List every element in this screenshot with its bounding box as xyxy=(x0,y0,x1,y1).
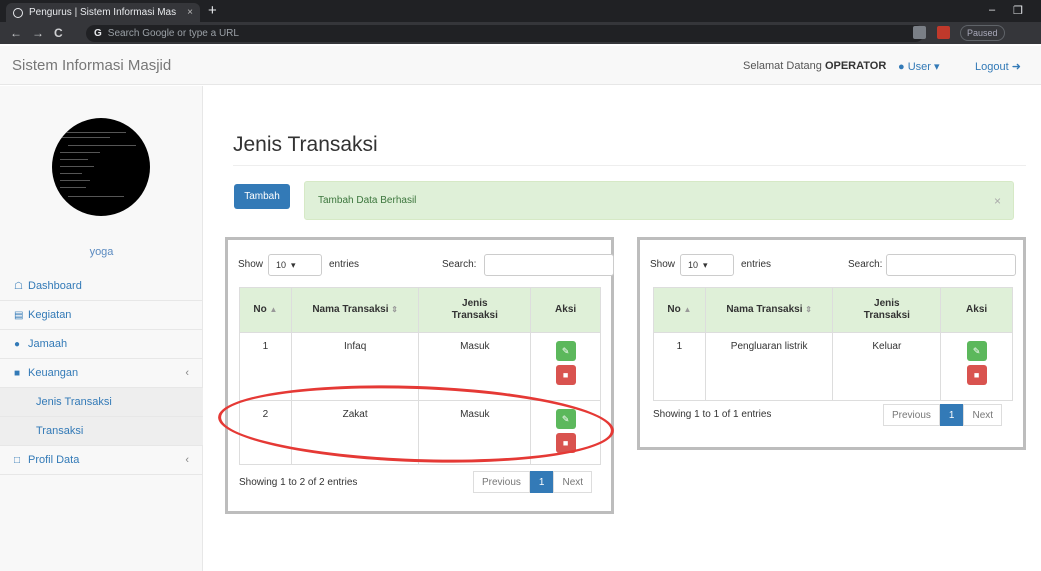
home-icon: ☖ xyxy=(14,280,23,292)
reload-icon[interactable]: C xyxy=(54,26,63,40)
next-button[interactable]: Next xyxy=(553,471,593,493)
extension-icon[interactable] xyxy=(937,26,950,39)
search-input[interactable] xyxy=(484,254,614,276)
globe-icon xyxy=(13,7,23,18)
app-navbar: Sistem Informasi Masjid Selamat Datang O… xyxy=(0,46,1041,85)
wallet-icon: ■ xyxy=(14,367,21,379)
address-placeholder: Search Google or type a URL xyxy=(107,28,239,39)
tab-close-icon[interactable]: × xyxy=(187,7,193,18)
previous-button[interactable]: Previous xyxy=(883,404,940,426)
col-jenis-transaksi[interactable]: Jenis Transaksi xyxy=(832,287,942,333)
sidebar-item-jenis-transaksi[interactable]: Jenis Transaksi xyxy=(0,388,203,417)
profile-paused-button[interactable]: Paused xyxy=(960,25,1005,41)
previous-button[interactable]: Previous xyxy=(473,471,530,493)
avatar xyxy=(52,118,150,216)
success-alert: Tambah Data Berhasil × xyxy=(304,181,1014,220)
table-info: Showing 1 to 2 of 2 entries xyxy=(239,477,358,488)
sidebar-item-profil-data[interactable]: □ Profil Data ‹ xyxy=(0,446,203,475)
col-nama-transaksi[interactable]: Nama Transaksi ⇕ xyxy=(290,287,420,333)
col-no[interactable]: No ▲ xyxy=(653,287,706,333)
col-no[interactable]: No ▲ xyxy=(239,287,292,333)
table-controls: Show 10 ▾ entries Search: xyxy=(650,254,1016,276)
entries-select[interactable]: 10 ▾ xyxy=(680,254,734,276)
table-controls: Show 10 ▾ entries Search: xyxy=(238,254,614,276)
sidebar-username[interactable]: yoga xyxy=(0,246,203,258)
panel-masuk: Show 10 ▾ entries Search: No ▲ Nama Tran… xyxy=(225,237,614,514)
col-aksi: Aksi xyxy=(530,287,601,333)
pagination: Previous 1 Next xyxy=(883,404,1003,426)
pagination: Previous 1 Next xyxy=(473,471,593,493)
chevron-left-icon: ‹ xyxy=(185,454,189,466)
minimize-icon[interactable]: – xyxy=(989,4,995,16)
restore-icon[interactable]: ❐ xyxy=(1013,4,1023,17)
address-input[interactable]: G Search Google or type a URL xyxy=(86,25,924,42)
search-input[interactable] xyxy=(886,254,1016,276)
file-icon: □ xyxy=(14,454,21,466)
new-tab-icon[interactable]: + xyxy=(208,2,217,19)
user-menu[interactable]: ● User ▾ xyxy=(898,60,940,73)
tab-title: Pengurus | Sistem Informasi Mas xyxy=(29,7,177,18)
alert-message: Tambah Data Berhasil xyxy=(318,195,417,206)
address-bar-row: ← → C G Search Google or type a URL Paus… xyxy=(0,22,1041,44)
edit-icon[interactable]: ✎ xyxy=(966,341,987,361)
browser-tab-bar: Pengurus | Sistem Informasi Mas × + – ❐ xyxy=(0,0,1041,22)
logout-link[interactable]: Logout ➜ xyxy=(975,60,1021,73)
user-icon: ● xyxy=(898,61,905,73)
translate-icon[interactable] xyxy=(913,26,926,39)
browser-tab[interactable]: Pengurus | Sistem Informasi Mas × xyxy=(6,3,200,22)
edit-icon[interactable]: ✎ xyxy=(555,341,576,361)
panel-keluar: Show 10 ▾ entries Search: No ▲ Nama Tran… xyxy=(637,237,1026,450)
page-title: Jenis Transaksi xyxy=(233,133,378,156)
jenis-transaksi-table: No ▲ Nama Transaksi ⇕ Jenis Transaksi Aks… xyxy=(653,287,1013,401)
welcome-text: Selamat Datang OPERATOR xyxy=(743,60,887,72)
sidebar: yoga ☖ Dashboard ▤ Kegiatan ● Jamaah ■ K… xyxy=(0,86,203,571)
sidebar-item-transaksi[interactable]: Transaksi xyxy=(0,417,203,446)
users-icon: ● xyxy=(14,338,21,350)
forward-icon[interactable]: → xyxy=(32,26,44,40)
col-jenis-transaksi[interactable]: Jenis Transaksi xyxy=(418,287,532,333)
page-1-button[interactable]: 1 xyxy=(529,471,554,493)
table-row: 1 Pengluaran listrik Keluar ✎ ■ xyxy=(653,332,1013,401)
sidebar-item-jamaah[interactable]: ● Jamaah xyxy=(0,330,203,359)
chevron-left-icon: ‹ xyxy=(185,367,189,379)
col-nama-transaksi[interactable]: Nama Transaksi ⇕ xyxy=(704,287,834,333)
divider xyxy=(233,165,1026,166)
sidebar-item-dashboard[interactable]: ☖ Dashboard xyxy=(0,272,203,301)
table-info: Showing 1 to 1 of 1 entries xyxy=(653,409,772,420)
brand-title[interactable]: Sistem Informasi Masjid xyxy=(12,57,171,74)
delete-icon[interactable]: ■ xyxy=(555,365,576,385)
sidebar-menu: ☖ Dashboard ▤ Kegiatan ● Jamaah ■ Keuang… xyxy=(0,272,203,475)
entries-select[interactable]: 10 ▾ xyxy=(268,254,322,276)
col-aksi: Aksi xyxy=(940,287,1013,333)
back-icon[interactable]: ← xyxy=(10,26,22,40)
next-button[interactable]: Next xyxy=(963,404,1003,426)
tambah-button[interactable]: Tambah xyxy=(234,184,290,209)
delete-icon[interactable]: ■ xyxy=(966,365,987,385)
logout-icon: ➜ xyxy=(1011,61,1021,73)
sidebar-item-keuangan[interactable]: ■ Keuangan ‹ xyxy=(0,359,203,388)
list-icon: ▤ xyxy=(14,309,24,321)
close-icon[interactable]: × xyxy=(994,194,1001,208)
page-1-button[interactable]: 1 xyxy=(939,404,964,426)
google-icon: G xyxy=(94,28,102,39)
sidebar-item-kegiatan[interactable]: ▤ Kegiatan xyxy=(0,301,203,330)
